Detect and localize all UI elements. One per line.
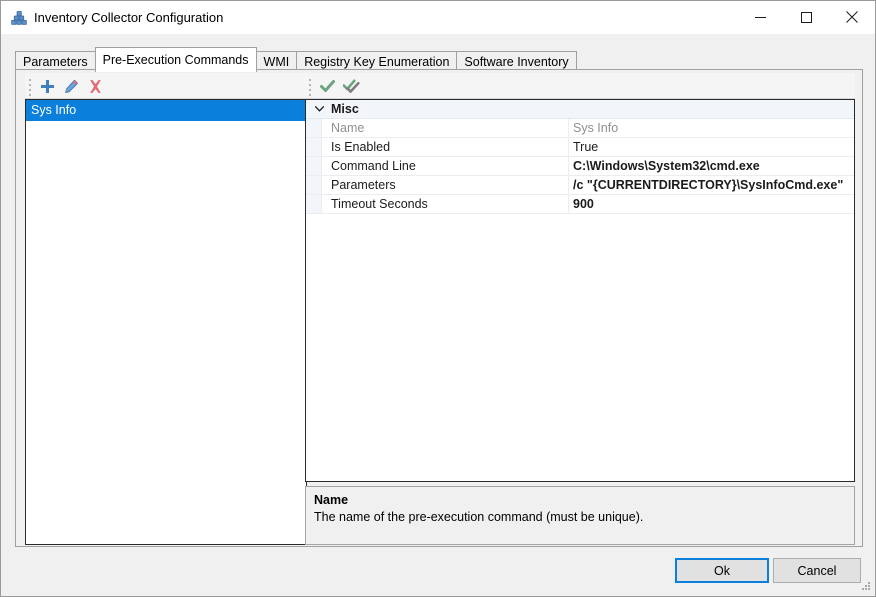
- chevron-down-icon[interactable]: [312, 100, 326, 118]
- property-name: Timeout Seconds: [331, 197, 428, 211]
- window-title: Inventory Collector Configuration: [34, 10, 224, 25]
- tab-label: Software Inventory: [464, 55, 569, 69]
- property-description-panel: Name The name of the pre-execution comma…: [305, 486, 855, 545]
- row-gutter: [306, 176, 322, 194]
- minimize-icon[interactable]: [737, 1, 783, 33]
- tab-label: WMI: [263, 55, 290, 69]
- tab-parameters[interactable]: Parameters: [15, 51, 96, 70]
- description-text: The name of the pre-execution command (m…: [314, 510, 644, 524]
- resize-grip[interactable]: [859, 580, 872, 593]
- maximize-icon[interactable]: [783, 1, 829, 33]
- tab-label: Pre-Execution Commands: [102, 53, 249, 67]
- edit-button[interactable]: [61, 76, 82, 96]
- property-name: Command Line: [331, 159, 416, 173]
- double-check-button[interactable]: [341, 76, 362, 96]
- column-divider[interactable]: [568, 195, 569, 213]
- description-title: Name: [314, 493, 349, 507]
- property-grid-rows: Misc Name Sys Info Is Enabled True Comma…: [306, 100, 854, 214]
- row-gutter: [306, 157, 322, 175]
- column-divider[interactable]: [568, 176, 569, 194]
- property-name: Name: [331, 121, 365, 135]
- pre-execution-commands-list[interactable]: Sys Info: [25, 99, 307, 545]
- property-value[interactable]: C:\Windows\System32\cmd.exe: [573, 157, 760, 175]
- property-grid[interactable]: Misc Name Sys Info Is Enabled True Comma…: [305, 99, 855, 482]
- commands-toolbar: [25, 73, 307, 99]
- tab-registry-key-enumeration[interactable]: Registry Key Enumeration: [296, 51, 458, 70]
- row-gutter: [306, 119, 322, 137]
- check-button[interactable]: [317, 76, 338, 96]
- tab-wmi[interactable]: WMI: [255, 51, 298, 70]
- column-divider[interactable]: [568, 138, 569, 156]
- property-row-timeout-seconds[interactable]: Timeout Seconds 900: [306, 195, 854, 214]
- dialog-window: Inventory Collector Configuration Parame…: [0, 0, 876, 597]
- toolbar-grip[interactable]: [309, 79, 312, 96]
- property-toolbar: [305, 73, 855, 99]
- property-row-command-line[interactable]: Command Line C:\Windows\System32\cmd.exe: [306, 157, 854, 176]
- row-gutter: [306, 195, 322, 213]
- title-bar: Inventory Collector Configuration: [1, 1, 875, 34]
- property-value[interactable]: /c "{CURRENTDIRECTORY}\SysInfoCmd.exe": [573, 176, 843, 194]
- cancel-button[interactable]: Cancel: [773, 558, 861, 583]
- property-row-name[interactable]: Name Sys Info: [306, 119, 854, 138]
- tab-content-panel: Sys Info Misc Name Sys Info Is Enabled T…: [15, 69, 863, 547]
- toolbar-grip[interactable]: [29, 79, 32, 96]
- row-gutter: [306, 138, 322, 156]
- property-value[interactable]: Sys Info: [573, 119, 618, 137]
- column-divider[interactable]: [568, 119, 569, 137]
- property-row-parameters[interactable]: Parameters /c "{CURRENTDIRECTORY}\SysInf…: [306, 176, 854, 195]
- column-divider[interactable]: [568, 157, 569, 175]
- property-value[interactable]: True: [573, 138, 598, 156]
- tab-label: Registry Key Enumeration: [304, 55, 450, 69]
- list-item[interactable]: Sys Info: [26, 100, 306, 121]
- property-name: Is Enabled: [331, 140, 391, 154]
- property-row-is-enabled[interactable]: Is Enabled True: [306, 138, 854, 157]
- property-category-label: Misc: [331, 102, 359, 116]
- tab-pre-execution-commands[interactable]: Pre-Execution Commands: [94, 47, 257, 72]
- property-category-row[interactable]: Misc: [306, 100, 854, 119]
- add-button[interactable]: [37, 76, 58, 96]
- delete-button[interactable]: [85, 76, 106, 96]
- tab-software-inventory[interactable]: Software Inventory: [456, 51, 577, 70]
- tab-label: Parameters: [23, 55, 88, 69]
- ok-button[interactable]: Ok: [675, 558, 769, 583]
- property-name: Parameters: [331, 178, 396, 192]
- property-value[interactable]: 900: [573, 195, 594, 213]
- close-icon[interactable]: [829, 1, 875, 33]
- stacked-cubes-icon: [10, 9, 28, 27]
